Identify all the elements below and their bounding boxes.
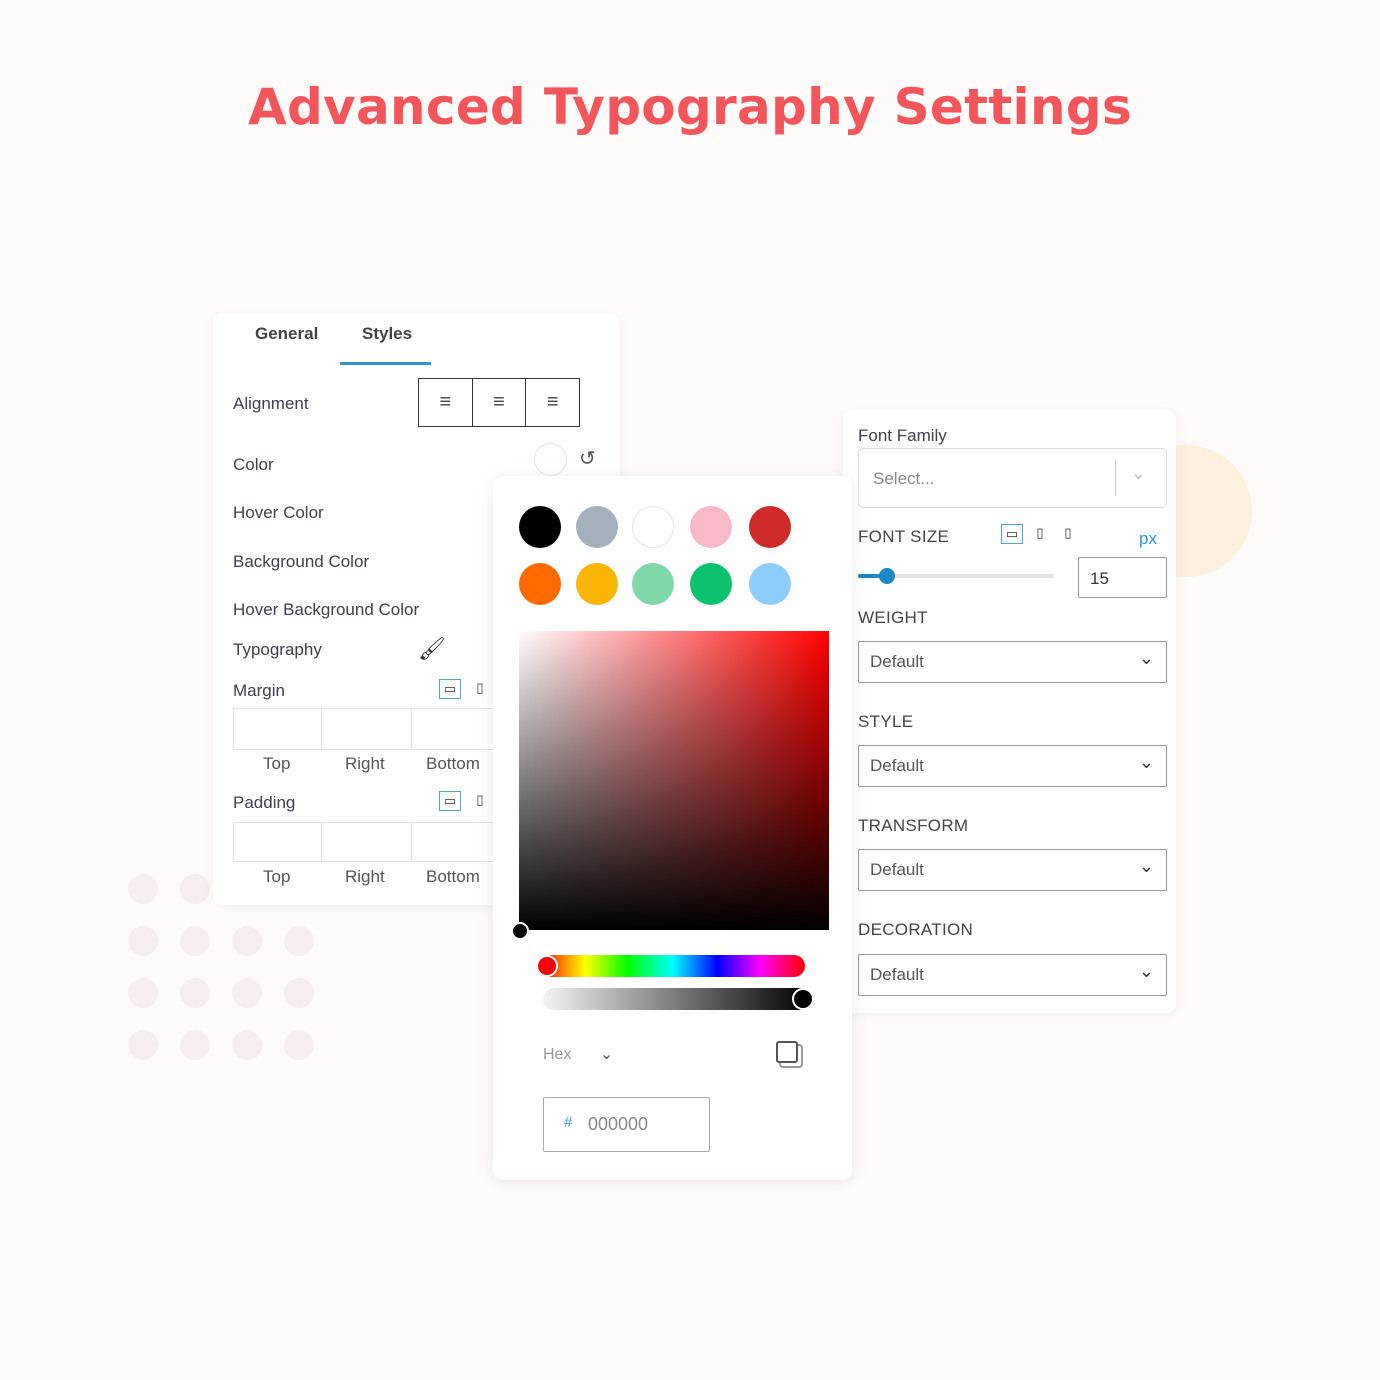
- color-swatch[interactable]: [576, 506, 618, 548]
- color-swatch[interactable]: [690, 506, 732, 548]
- color-swatch[interactable]: [519, 506, 561, 548]
- decoration-select[interactable]: Default ⌄: [858, 954, 1167, 996]
- chevron-down-icon: ⌄: [1138, 961, 1154, 981]
- decoration-label: DECORATION: [858, 920, 974, 939]
- tablet-icon[interactable]: ▯: [469, 679, 491, 699]
- margin-bottom-input[interactable]: [411, 708, 501, 750]
- color-swatch[interactable]: [749, 506, 791, 548]
- color-swatch[interactable]: [519, 563, 561, 605]
- reset-icon[interactable]: ↺: [579, 446, 596, 471]
- transform-select[interactable]: Default ⌄: [858, 849, 1167, 891]
- margin-right-label: Right: [345, 754, 385, 773]
- font-family-select[interactable]: Select... ⌄: [858, 448, 1167, 508]
- padding-top-label: Top: [263, 867, 291, 886]
- alignment-label: Alignment: [233, 394, 309, 413]
- align-center-icon[interactable]: ≡: [473, 379, 527, 426]
- desktop-icon[interactable]: ▭: [439, 791, 461, 811]
- desktop-icon[interactable]: ▭: [439, 679, 461, 699]
- style-label: STYLE: [858, 712, 914, 731]
- saturation-area[interactable]: [511, 631, 829, 940]
- padding-right-label: Right: [345, 867, 385, 886]
- decoration-value: Default: [870, 965, 924, 984]
- font-family-label: Font Family: [858, 426, 947, 445]
- color-swatch[interactable]: [749, 563, 791, 605]
- tab-general[interactable]: General: [255, 324, 318, 344]
- padding-bottom-label: Bottom: [426, 867, 480, 886]
- typography-label: Typography: [233, 640, 322, 659]
- chevron-down-icon: ⌄: [1131, 463, 1147, 483]
- desktop-icon[interactable]: ▭: [1001, 524, 1023, 544]
- margin-top-input[interactable]: [233, 708, 322, 750]
- hash-symbol: #: [564, 1114, 573, 1131]
- color-swatch[interactable]: [632, 563, 674, 605]
- alpha-handle[interactable]: [792, 988, 814, 1010]
- brush-icon[interactable]: 🖌: [418, 636, 446, 662]
- padding-right-input[interactable]: [321, 822, 412, 862]
- alignment-group: ≡ ≡ ≡: [418, 378, 580, 427]
- style-value: Default: [870, 756, 924, 775]
- font-size-value: 15: [1090, 569, 1109, 588]
- hue-handle[interactable]: [536, 955, 558, 977]
- margin-label: Margin: [233, 681, 285, 700]
- margin-bottom-label: Bottom: [426, 754, 480, 773]
- chevron-down-icon: ⌄: [599, 1046, 614, 1063]
- font-size-input[interactable]: 15: [1078, 557, 1167, 598]
- color-swatch[interactable]: [632, 506, 674, 548]
- font-size-label: FONT SIZE: [858, 527, 950, 546]
- divider: [1115, 460, 1116, 496]
- hex-value: 000000: [588, 1114, 649, 1134]
- weight-label: WEIGHT: [858, 608, 928, 627]
- padding-label: Padding: [233, 793, 296, 812]
- hover-color-label: Hover Color: [233, 503, 324, 522]
- chevron-down-icon: ⌄: [1138, 648, 1154, 668]
- tablet-icon[interactable]: ▯: [469, 791, 491, 811]
- hex-input[interactable]: # 000000: [543, 1097, 710, 1152]
- weight-value: Default: [870, 652, 924, 671]
- padding-top-input[interactable]: [233, 822, 322, 862]
- typography-panel: Font Family Select... ⌄ FONT SIZE ▭ ▯ ▯ …: [843, 410, 1176, 1013]
- alpha-slider[interactable]: [543, 988, 814, 1010]
- background-color-label: Background Color: [233, 552, 370, 571]
- copy-icon[interactable]: [776, 1041, 798, 1063]
- format-label: Hex: [543, 1046, 572, 1063]
- transform-label: TRANSFORM: [858, 816, 969, 835]
- hue-slider[interactable]: [536, 955, 805, 977]
- weight-select[interactable]: Default ⌄: [858, 641, 1167, 683]
- active-tab-indicator: [340, 362, 431, 365]
- chevron-down-icon: ⌄: [1138, 856, 1154, 876]
- color-swatch[interactable]: [576, 563, 618, 605]
- chevron-down-icon: ⌄: [1138, 752, 1154, 772]
- color-label: Color: [233, 455, 274, 474]
- page-title: Advanced Typography Settings: [247, 78, 1133, 136]
- style-select[interactable]: Default ⌄: [858, 745, 1167, 787]
- transform-value: Default: [870, 860, 924, 879]
- hover-background-color-label: Hover Background Color: [233, 600, 420, 619]
- font-family-placeholder: Select...: [873, 469, 935, 488]
- color-swatch[interactable]: [534, 443, 567, 476]
- margin-top-label: Top: [263, 754, 291, 773]
- unit-px[interactable]: px: [1139, 529, 1157, 549]
- color-swatch[interactable]: [690, 563, 732, 605]
- tablet-icon[interactable]: ▯: [1029, 524, 1051, 544]
- font-size-slider[interactable]: [858, 568, 1054, 584]
- mobile-icon[interactable]: ▯: [1057, 524, 1079, 544]
- slider-thumb[interactable]: [879, 568, 896, 584]
- padding-bottom-input[interactable]: [411, 822, 501, 862]
- saturation-handle[interactable]: [511, 922, 529, 940]
- align-right-icon[interactable]: ≡: [526, 379, 579, 426]
- align-left-icon[interactable]: ≡: [419, 379, 473, 426]
- tab-styles[interactable]: Styles: [362, 324, 412, 344]
- color-picker: Hex ⌄ # 000000: [493, 476, 852, 1180]
- margin-right-input[interactable]: [321, 708, 412, 750]
- format-select[interactable]: Hex ⌄: [543, 1044, 613, 1064]
